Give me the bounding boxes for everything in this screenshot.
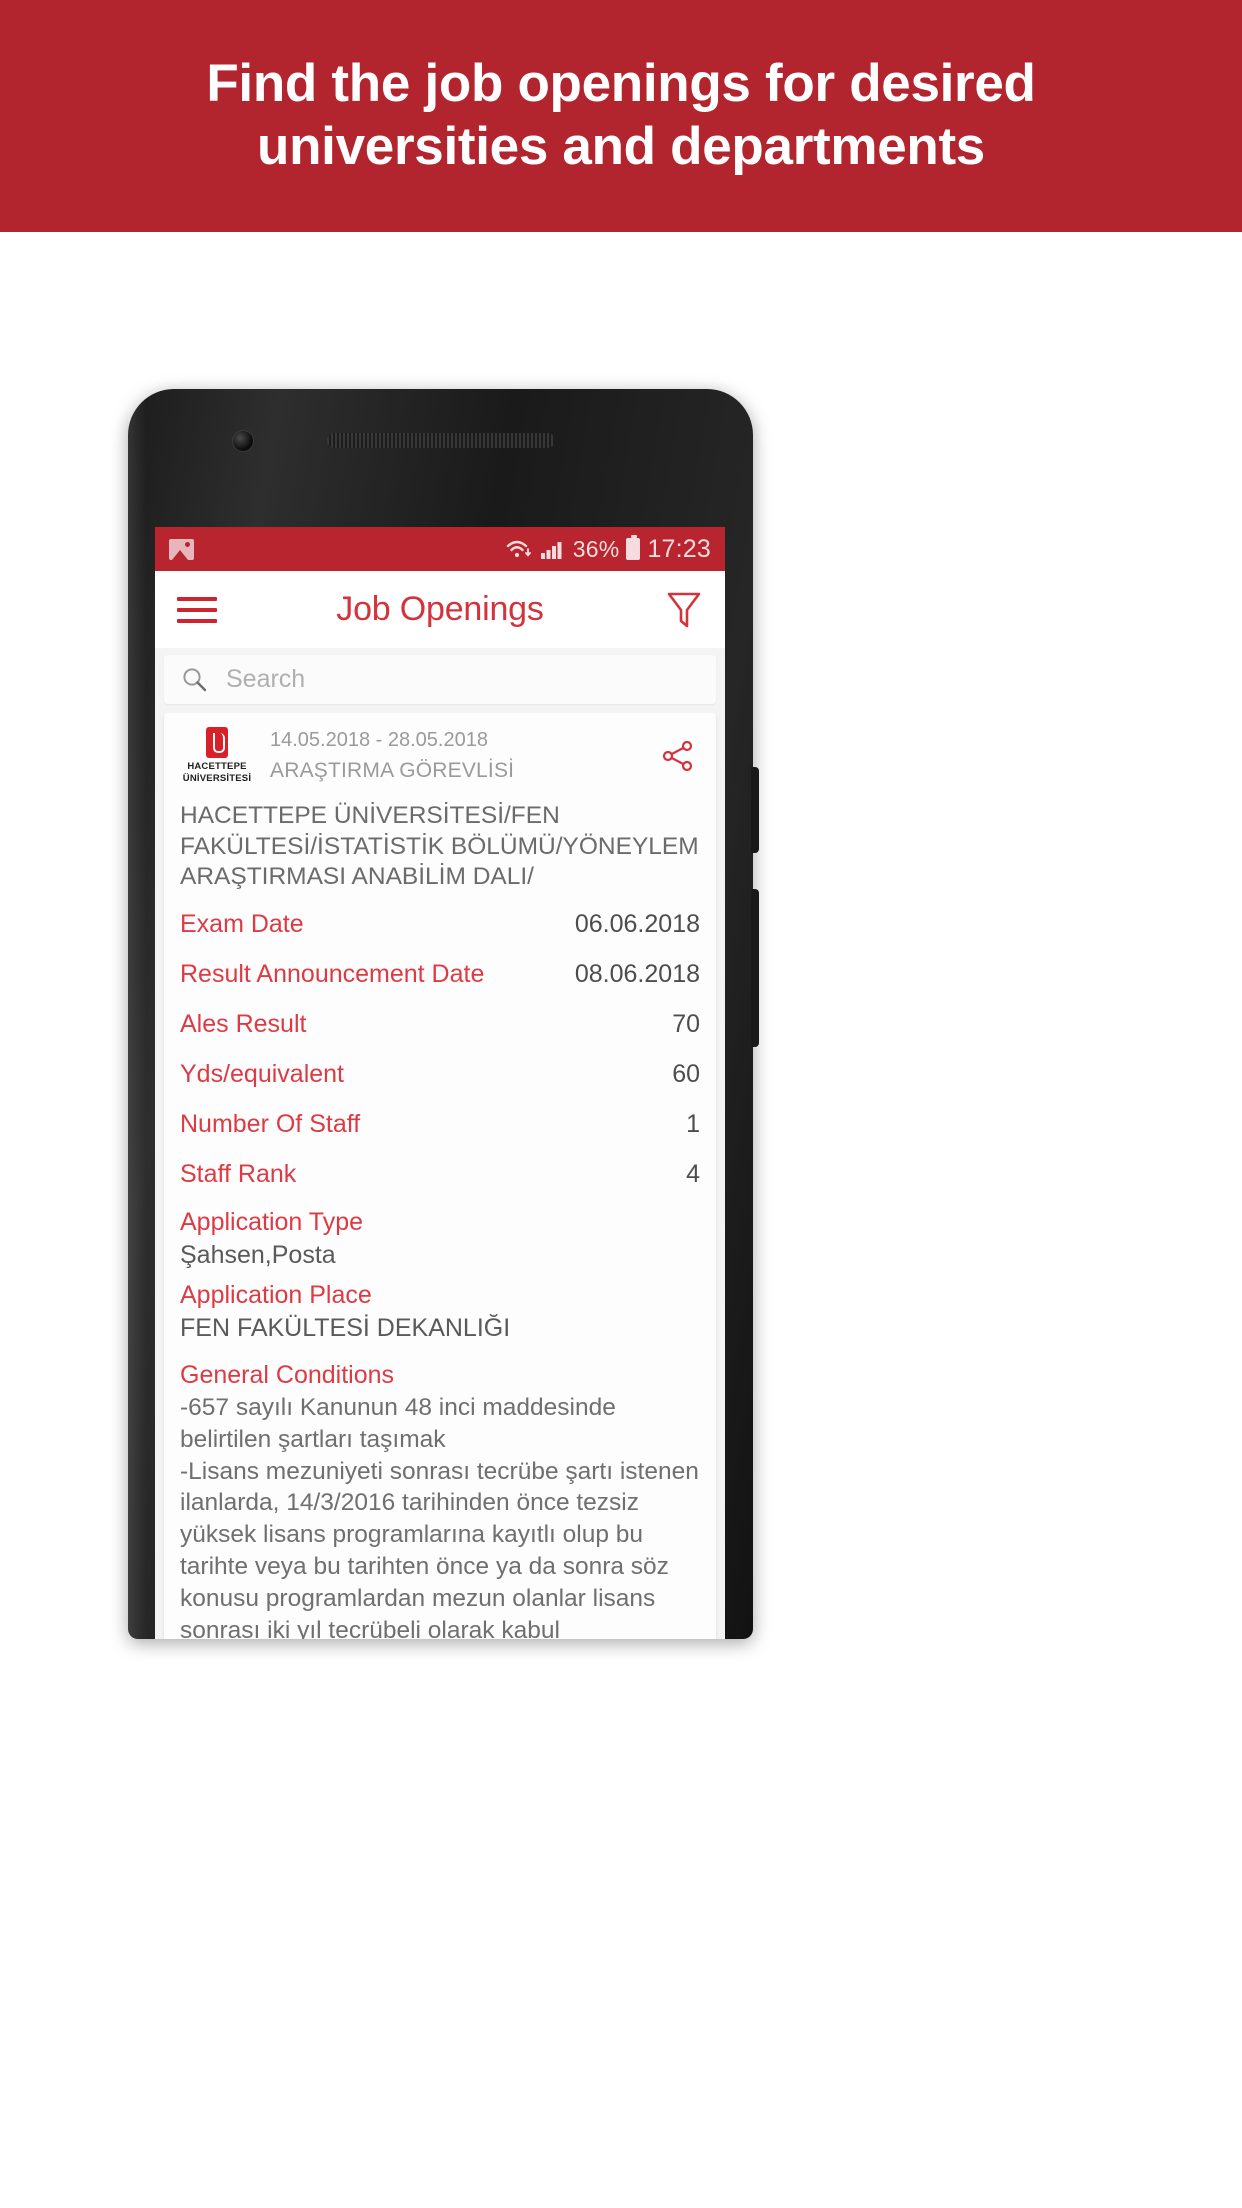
table-row: Ales Result 70 <box>180 999 700 1049</box>
table-row: Staff Rank 4 <box>180 1149 700 1199</box>
power-button[interactable] <box>751 767 759 853</box>
filter-funnel-icon[interactable] <box>663 589 703 631</box>
earpiece-speaker <box>326 433 555 448</box>
university-logo-line2: ÜNİVERSİTESİ <box>182 772 252 784</box>
application-place-label: Application Place <box>180 1280 372 1309</box>
field-value: 06.06.2018 <box>574 909 700 938</box>
battery-percent-label: 36% <box>572 535 620 562</box>
application-type-block: Application Type Şahsen,Posta <box>164 1199 716 1271</box>
field-value: 60 <box>672 1059 700 1088</box>
battery-icon <box>626 535 641 560</box>
field-label: Yds/equivalent <box>180 1059 345 1088</box>
application-place-block: Application Place FEN FAKÜLTESİ DEKANLIĞ… <box>164 1272 716 1344</box>
field-value: 1 <box>686 1109 700 1138</box>
promo-headline-line2: universities and departments <box>257 117 985 176</box>
cellular-signal-icon <box>540 542 562 559</box>
promo-headline-line1: Find the job openings for desired <box>206 54 1036 114</box>
promo-banner: Find the job openings for desired univer… <box>0 0 1242 232</box>
table-row: Exam Date 06.06.2018 <box>180 899 700 949</box>
phone-screen: 36% 17:23 Job Openings Search HACETTEPE … <box>155 527 725 1639</box>
field-label: Number Of Staff <box>180 1109 361 1138</box>
job-card[interactable]: HACETTEPE ÜNİVERSİTESİ 14.05.2018 - 28.0… <box>164 713 716 1639</box>
department-path: HACETTEPE ÜNİVERSİTESİ/FEN FAKÜLTESİ/İST… <box>180 801 699 891</box>
position-title: ARAŞTIRMA GÖREVLİSİ <box>270 758 515 782</box>
field-value: 08.06.2018 <box>574 959 700 988</box>
search-icon <box>183 668 207 692</box>
job-detail-fields: Exam Date 06.06.2018 Result Announcement… <box>164 893 716 1199</box>
application-date-range: 14.05.2018 - 28.05.2018 <box>270 728 488 751</box>
hacettepe-emblem-icon <box>206 727 228 758</box>
application-place-value: FEN FAKÜLTESİ DEKANLIĞI <box>180 1313 511 1342</box>
app-toolbar: Job Openings <box>155 571 725 648</box>
university-logo: HACETTEPE ÜNİVERSİTESİ <box>180 727 254 785</box>
general-conditions-value: -657 sayılı Kanunun 48 inci maddesinde b… <box>180 1393 699 1639</box>
status-bar-notifications <box>169 538 194 560</box>
application-type-label: Application Type <box>180 1208 363 1237</box>
search-input[interactable]: Search <box>164 655 716 704</box>
table-row: Yds/equivalent 60 <box>180 1049 700 1099</box>
general-conditions-label: General Conditions <box>180 1360 395 1389</box>
field-label: Staff Rank <box>180 1159 297 1188</box>
device-stage: 36% 17:23 Job Openings Search HACETTEPE … <box>0 232 1242 2208</box>
university-logo-line1: HACETTEPE <box>187 761 247 772</box>
hamburger-menu-icon[interactable] <box>177 596 217 623</box>
share-icon[interactable] <box>656 739 700 773</box>
search-bar-container: Search <box>155 648 725 713</box>
field-label: Ales Result <box>180 1009 307 1038</box>
front-camera <box>232 430 254 452</box>
status-bar-system-icons: 36% 17:23 <box>505 535 711 564</box>
phone-edge-highlight <box>128 389 146 1639</box>
table-row: Result Announcement Date 08.06.2018 <box>180 949 700 999</box>
clock-label: 17:23 <box>647 534 711 563</box>
job-list: HACETTEPE ÜNİVERSİTESİ 14.05.2018 - 28.0… <box>155 713 725 1639</box>
phone-device: 36% 17:23 Job Openings Search HACETTEPE … <box>128 389 759 1639</box>
field-value: 4 <box>686 1159 700 1188</box>
page-title: Job Openings <box>336 590 544 628</box>
image-notification-icon <box>169 538 194 560</box>
university-logo-label: HACETTEPE ÜNİVERSİTESİ <box>183 761 251 785</box>
table-row: Number Of Staff 1 <box>180 1099 700 1149</box>
wifi-icon <box>506 540 531 558</box>
search-placeholder: Search <box>226 665 306 693</box>
android-status-bar: 36% 17:23 <box>155 527 725 571</box>
field-label: Result Announcement Date <box>180 959 485 988</box>
field-value: 70 <box>672 1009 700 1038</box>
volume-button[interactable] <box>751 889 759 1047</box>
job-card-header-text: 14.05.2018 - 28.05.2018 ARAŞTIRMA GÖREVL… <box>270 729 640 783</box>
field-label: Exam Date <box>180 909 304 938</box>
job-card-header: HACETTEPE ÜNİVERSİTESİ 14.05.2018 - 28.0… <box>164 713 716 795</box>
general-conditions-block: General Conditions -657 sayılı Kanunun 4… <box>164 1344 716 1639</box>
application-type-value: Şahsen,Posta <box>180 1241 336 1270</box>
